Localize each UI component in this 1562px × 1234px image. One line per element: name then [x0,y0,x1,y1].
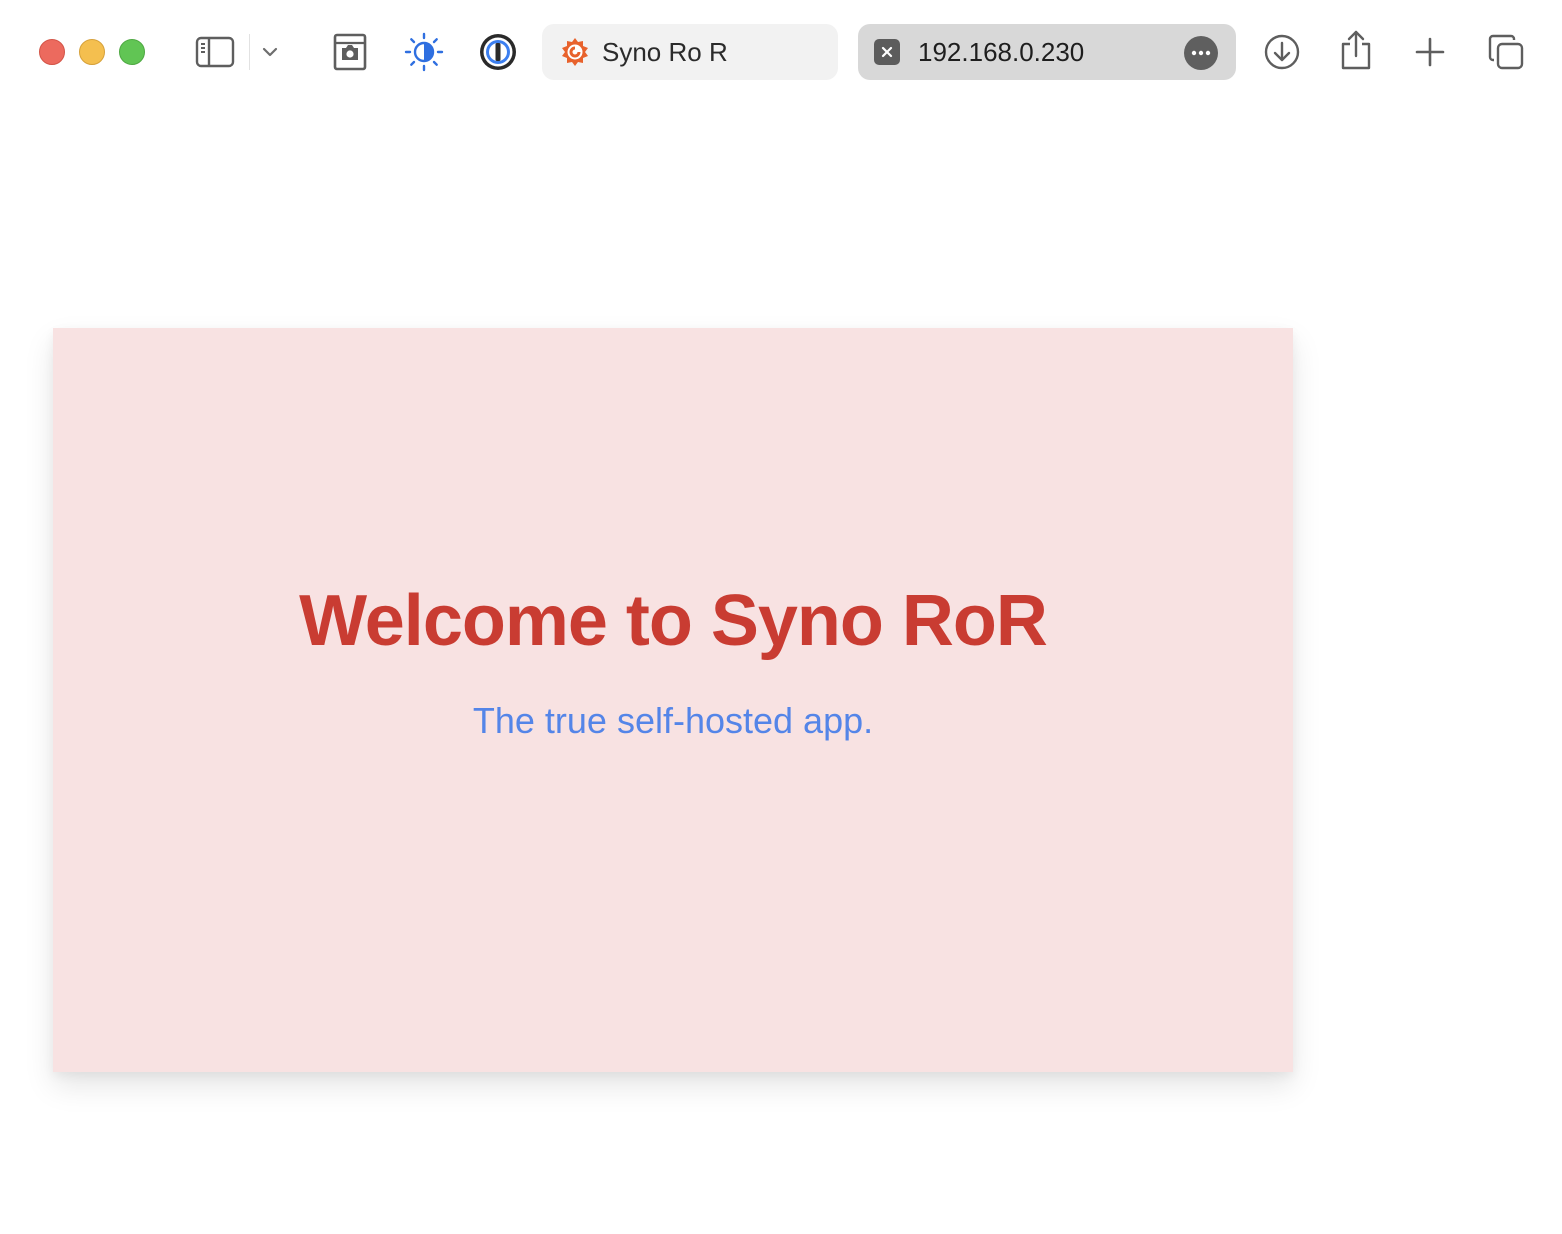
page-title: Welcome to Syno RoR [299,581,1048,661]
page-subtitle: The true self-hosted app. [472,700,874,741]
screenshot-extension-button[interactable] [330,30,370,74]
dark-reader-extension-button[interactable] [402,30,446,74]
tab-overview-icon [1488,34,1524,70]
tab-192-168-0-230[interactable]: 192.168.0.230 [858,24,1236,80]
window-close-button[interactable] [39,39,65,65]
downloads-button[interactable] [1260,30,1304,74]
share-button[interactable] [1334,26,1378,74]
password-manager-icon [480,34,516,70]
tab-label: 192.168.0.230 [918,36,1085,67]
close-icon [881,46,893,58]
camera-icon [333,33,367,71]
ellipsis-icon [1191,50,1211,56]
share-icon [1341,30,1371,70]
window-maximize-button[interactable] [119,39,145,65]
download-icon [1264,34,1300,70]
tab-more-button[interactable] [1184,36,1218,70]
tab-syno-ror[interactable]: Syno Ro R [542,24,838,80]
plus-icon [1415,37,1445,67]
tab-overview-button[interactable] [1484,30,1528,74]
toolbar-separator [249,34,250,70]
hero-card: Welcome to Syno RoR The true self-hosted… [53,328,1293,1072]
sidebar-menu-button[interactable] [258,38,282,66]
window-minimize-button[interactable] [79,39,105,65]
grafana-logo-icon [562,38,588,66]
tab-close-button[interactable] [874,39,900,65]
sidebar-toggle-button[interactable] [192,30,238,74]
brightness-icon [404,32,444,72]
browser-window: Syno Ro R 192.168.0.230 Welcome to Syno … [0,0,1562,1234]
tab-label: Syno Ro R [602,36,728,67]
new-tab-button[interactable] [1408,30,1452,74]
sidebar-icon [195,36,235,68]
password-manager-button[interactable] [476,30,520,74]
page-content: Welcome to Syno RoR The true self-hosted… [0,104,1562,1234]
browser-toolbar: Syno Ro R 192.168.0.230 [0,0,1562,104]
chevron-down-icon [262,47,278,57]
